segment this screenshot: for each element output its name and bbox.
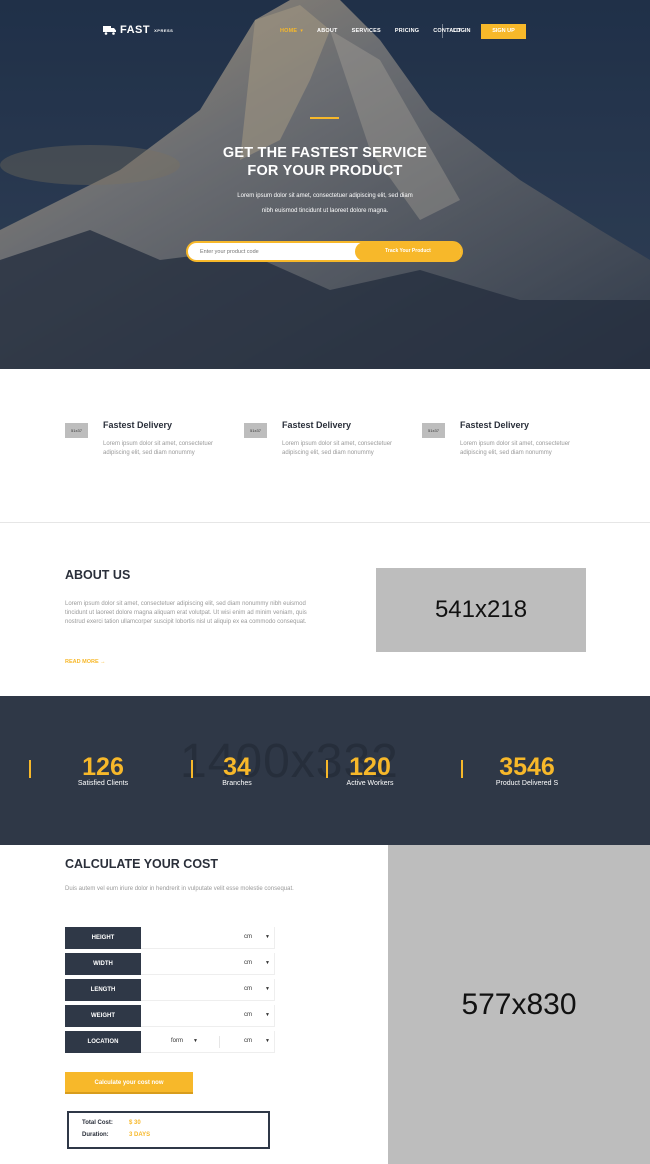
read-more-link[interactable]: READ MORE → [65,659,106,665]
field-divider [219,1036,220,1048]
calculator-image-placeholder: 577x830 [388,845,650,1164]
caret-down-icon: ▼ [265,960,270,966]
menu-item-services[interactable]: SERVICES [352,28,381,34]
cost-result-box: Total Cost: $ 30 Duration: 3 DAYS [67,1111,270,1149]
caret-down-icon: ▼ [265,1038,270,1044]
length-input[interactable]: cm ▼ [141,979,275,1001]
menu-item-home[interactable]: HOME ▾ [280,28,303,34]
truck-icon [103,26,116,35]
caret-down-icon: ▼ [265,986,270,992]
duration-label: Duration: [82,1132,109,1138]
stat-number: 120 [349,753,391,781]
total-cost-label: Total Cost: [82,1120,113,1126]
calc-row-weight: WEIGHT cm ▼ [65,1005,275,1027]
stat-item: 120 Active Workers [310,754,430,787]
stat-number: 34 [223,753,251,781]
hero-title-line-1: GET THE FASTEST SERVICE [222,145,428,161]
track-product-button[interactable]: Track Your Product [355,242,461,261]
caret-down-icon: ▼ [193,1038,198,1044]
feature-icon-placeholder: 51x37 [422,423,445,438]
total-cost-value: $ 30 [129,1120,141,1126]
arrow-right-icon: → [100,659,106,665]
stat-item: 3546 Product Delivered S [461,753,587,787]
feature-description: Lorem ipsum dolor sit amet, consectetuer… [460,441,571,456]
about-section: ABOUT US Lorem ipsum dolor sit amet, con… [0,523,650,696]
stat-number: 126 [82,753,124,781]
feature-description: Lorem ipsum dolor sit amet, consectetuer… [282,441,393,456]
stat-label: Branches [222,780,252,787]
calc-row-label: WEIGHT [65,1005,141,1027]
hero-overlay [0,0,650,369]
unit-select[interactable]: cm [244,934,252,940]
calc-row-width: WIDTH cm ▼ [65,953,275,975]
about-text: Lorem ipsum dolor sit amet, consectetuer… [65,601,307,625]
calc-row-length: LENGTH cm ▼ [65,979,275,1001]
width-input[interactable]: cm ▼ [141,953,275,975]
caret-down-icon: ▼ [265,1012,270,1018]
nav-divider [442,24,443,38]
about-title: ABOUT US [65,568,131,582]
stat-divider [191,760,193,778]
calc-row-label: LOCATION [65,1031,141,1053]
product-code-input[interactable] [200,246,350,258]
stat-number: 3546 [499,753,555,781]
stat-label: Active Workers [346,780,394,787]
stat-label: Satisfied Clients [77,780,129,787]
calc-row-location: LOCATION form ▼ cm ▼ [65,1031,275,1053]
calculate-cost-button[interactable]: Calculate your cost now [65,1072,193,1094]
hero-title-line-2: FOR YOUR PRODUCT [247,163,403,179]
hero-subtitle-line-1: Lorem ipsum dolor sit amet, consectetuer… [237,193,413,199]
brand-tag: XPRESS [154,27,174,33]
calc-row-label: LENGTH [65,979,141,1001]
from-select[interactable]: form [171,1038,183,1044]
about-image-placeholder: 541x218 [376,568,586,652]
tracking-form: Track Your Product [186,241,463,262]
brand-name: FAST [120,24,151,36]
stat-divider [29,760,31,778]
stat-item: 34 Branches [177,754,297,787]
duration-value: 3 DAYS [129,1132,151,1138]
hero-subtitle: Lorem ipsum dolor sit amet, consectetuer… [0,189,650,219]
stat-item: 126 Satisfied Clients [29,753,163,787]
stat-divider [326,760,328,778]
calc-row-label: WIDTH [65,953,141,975]
stat-label: Product Delivered S [495,780,559,787]
calculator-description: Duis autem vel eum iriure dolor in hendr… [65,886,294,892]
feature-title: Fastest Delivery [460,420,530,430]
hero-title: GET THE FASTEST SERVICE FOR YOUR PRODUCT [0,144,650,180]
brand-logo[interactable]: FAST XPRESS [103,24,173,36]
chevron-down-icon: ▾ [300,28,304,34]
login-link[interactable]: LOGIN [453,28,470,34]
feature-title: Fastest Delivery [103,420,173,430]
unit-select[interactable]: cm [244,960,252,966]
feature-icon-placeholder: 51x37 [244,423,267,438]
features-section: 51x37 Fastest Delivery Lorem ipsum dolor… [0,369,650,523]
hero-section: FAST XPRESS HOME ▾ ABOUT SERVICES PRICING … [0,0,650,369]
feature-icon-placeholder: 51x37 [65,423,88,438]
calculator-title: CALCULATE YOUR COST [65,857,219,871]
main-menu: HOME ▾ ABOUT SERVICES PRICING CONTACT [280,28,475,34]
hero-subtitle-line-2: nibh euismod tincidunt ut laoreet dolore… [261,208,389,214]
location-input[interactable]: form ▼ cm ▼ [141,1031,275,1053]
caret-down-icon: ▼ [265,934,270,940]
stat-divider [461,760,463,778]
calc-row-label: HEIGHT [65,927,141,949]
unit-select[interactable]: cm [244,1038,252,1044]
stats-section: 1400x332 126 Satisfied Clients 34 Branch… [0,696,650,845]
menu-item-about[interactable]: ABOUT [317,28,338,34]
top-navigation: FAST XPRESS HOME ▾ ABOUT SERVICES PRICING … [0,22,650,42]
signup-button[interactable]: SIGN UP [481,24,526,39]
calculator-section: CALCULATE YOUR COST Duis autem vel eum i… [0,845,650,1164]
hero-accent-line [310,117,339,119]
weight-input[interactable]: cm ▼ [141,1005,275,1027]
calc-row-height: HEIGHT cm ▼ [65,927,275,949]
feature-description: Lorem ipsum dolor sit amet, consectetuer… [103,441,214,456]
unit-select[interactable]: cm [244,986,252,992]
height-input[interactable]: cm ▼ [141,927,275,949]
menu-item-pricing[interactable]: PRICING [395,28,419,34]
feature-title: Fastest Delivery [282,420,352,430]
unit-select[interactable]: cm [244,1012,252,1018]
